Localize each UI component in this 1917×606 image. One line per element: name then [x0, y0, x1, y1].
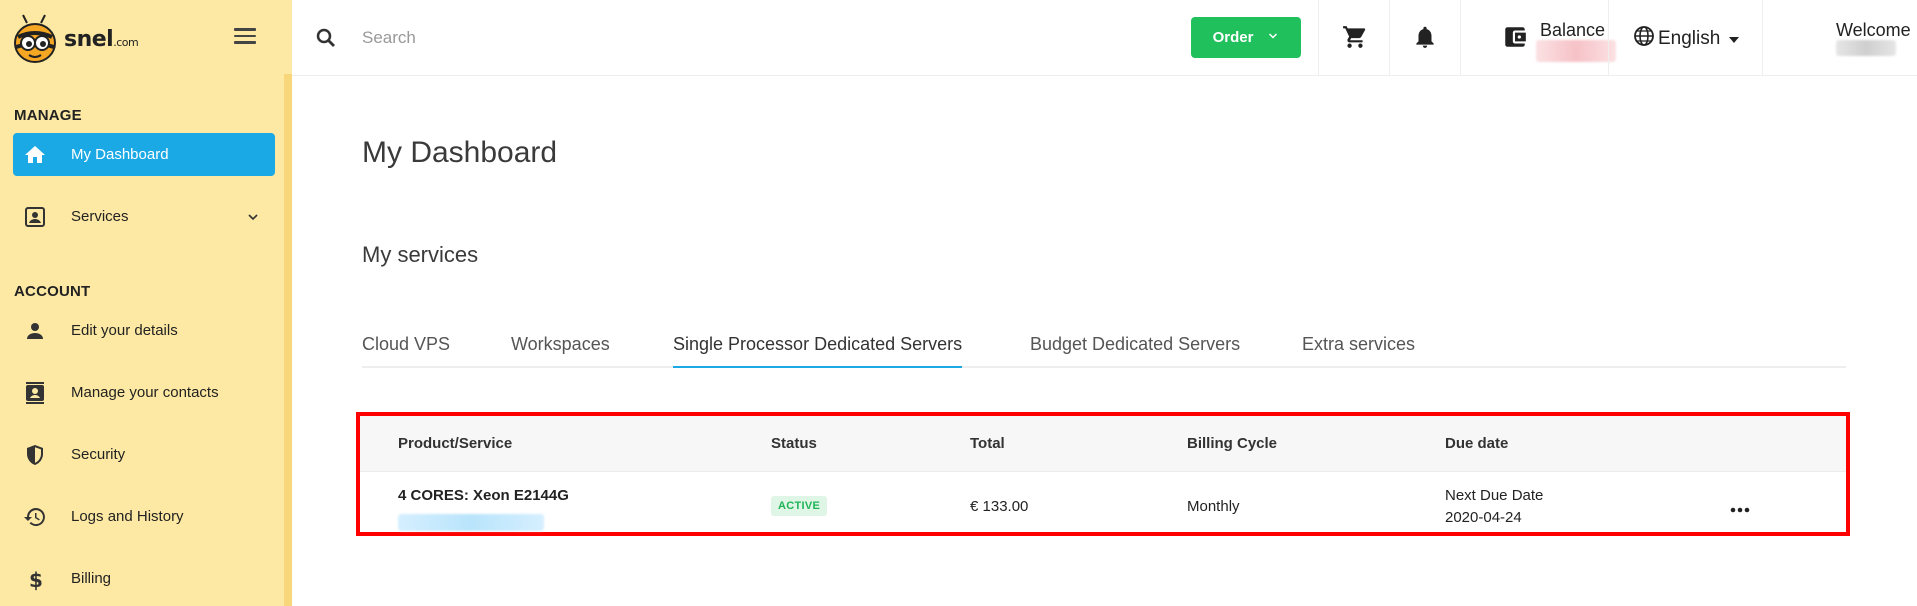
sidebar-item-logs-history[interactable]: Logs and History [13, 495, 275, 538]
sidebar-item-label: Manage your contacts [71, 384, 219, 401]
sidebar-item-my-dashboard[interactable]: My Dashboard [13, 133, 275, 176]
header-divider [1460, 0, 1461, 76]
globe-icon [1632, 24, 1656, 54]
sidebar-item-manage-contacts[interactable]: Manage your contacts [13, 371, 275, 414]
menu-toggle-icon[interactable] [234, 28, 256, 44]
column-header-total: Total [970, 435, 1005, 452]
sidebar-item-label: Services [71, 208, 129, 225]
product-name[interactable]: 4 CORES: Xeon E2144G [398, 487, 569, 504]
header-divider [1389, 0, 1390, 76]
product-domain-redacted [398, 514, 544, 531]
shield-icon [21, 441, 49, 469]
bee-mascot-icon [14, 14, 56, 63]
tab-workspaces[interactable]: Workspaces [511, 334, 610, 368]
chevron-down-icon [1267, 29, 1279, 46]
total-amount: € 133.00 [970, 498, 1029, 515]
billing-cycle: Monthly [1187, 498, 1240, 515]
header-divider [1762, 0, 1763, 76]
column-header-status: Status [771, 435, 817, 452]
person-icon [21, 317, 49, 345]
logo[interactable]: snel.com [10, 12, 139, 66]
sidebar-item-label: Security [71, 446, 126, 463]
home-icon [21, 141, 49, 169]
sidebar-item-edit-details[interactable]: Edit your details [13, 309, 275, 352]
search-icon[interactable] [314, 26, 338, 55]
chevron-down-icon [245, 209, 261, 229]
section-title-my-services: My services [362, 242, 479, 267]
sidebar-item-label: Logs and History [71, 508, 184, 525]
sidebar-item-label: Billing [71, 570, 112, 587]
username-redacted [1836, 40, 1896, 56]
sidebar-item-security[interactable]: Security [13, 433, 275, 476]
cart-icon[interactable] [1342, 24, 1368, 55]
due-date-label: Next Due Date [1445, 487, 1544, 504]
sidebar-item-services[interactable]: Services [13, 195, 275, 238]
sidebar-item-label: My Dashboard [71, 146, 169, 163]
more-options-icon[interactable] [1730, 500, 1750, 518]
welcome-label: Welcome [1836, 20, 1911, 40]
balance-label: Balance [1540, 20, 1606, 40]
order-button-label: Order [1212, 29, 1254, 46]
services-tabs: Cloud VPS Workspaces Single Processor De… [362, 330, 1846, 368]
page-title: My Dashboard [362, 136, 558, 169]
tab-extra-services[interactable]: Extra services [1302, 334, 1415, 368]
header-divider [1318, 0, 1319, 76]
status-badge: ACTIVE [771, 496, 828, 516]
column-header-billing-cycle: Billing Cycle [1187, 435, 1278, 452]
table-header: Product/Service Status Total Billing Cyc… [360, 416, 1846, 472]
tab-single-processor-dedicated-servers[interactable]: Single Processor Dedicated Servers [673, 334, 963, 368]
caret-down-icon [1728, 28, 1740, 50]
wallet-icon [1502, 24, 1528, 55]
services-icon [21, 203, 49, 231]
sidebar-edge [284, 74, 292, 606]
section-title-account: ACCOUNT [14, 283, 91, 300]
tab-budget-dedicated-servers[interactable]: Budget Dedicated Servers [1030, 334, 1240, 368]
contacts-icon [21, 379, 49, 407]
due-date-value: 2020-04-24 [1445, 509, 1522, 526]
section-title-manage: MANAGE [14, 107, 82, 124]
dollar-icon: $ [21, 565, 49, 593]
logo-text: snel.com [64, 26, 139, 52]
sidebar-item-label: Edit your details [71, 322, 178, 339]
sidebar: snel.com MANAGE My Dashboard Services AC… [0, 0, 292, 606]
order-button[interactable]: Order [1191, 17, 1301, 58]
bell-icon[interactable] [1412, 24, 1438, 55]
search-input[interactable] [362, 22, 962, 54]
top-header: Order Balance English Welcome [292, 0, 1917, 76]
language-selector[interactable]: English [1632, 24, 1740, 54]
header-divider [1608, 0, 1609, 76]
column-header-due-date: Due date [1445, 435, 1509, 452]
sidebar-item-billing[interactable]: $ Billing [13, 557, 275, 600]
language-label: English [1658, 28, 1721, 49]
tab-cloud-vps[interactable]: Cloud VPS [362, 334, 450, 368]
column-header-product: Product/Service [398, 435, 513, 452]
history-icon [21, 503, 49, 531]
balance-value-redacted [1536, 40, 1616, 62]
svg-text:$: $ [29, 568, 43, 591]
services-table: Product/Service Status Total Billing Cyc… [356, 412, 1850, 536]
